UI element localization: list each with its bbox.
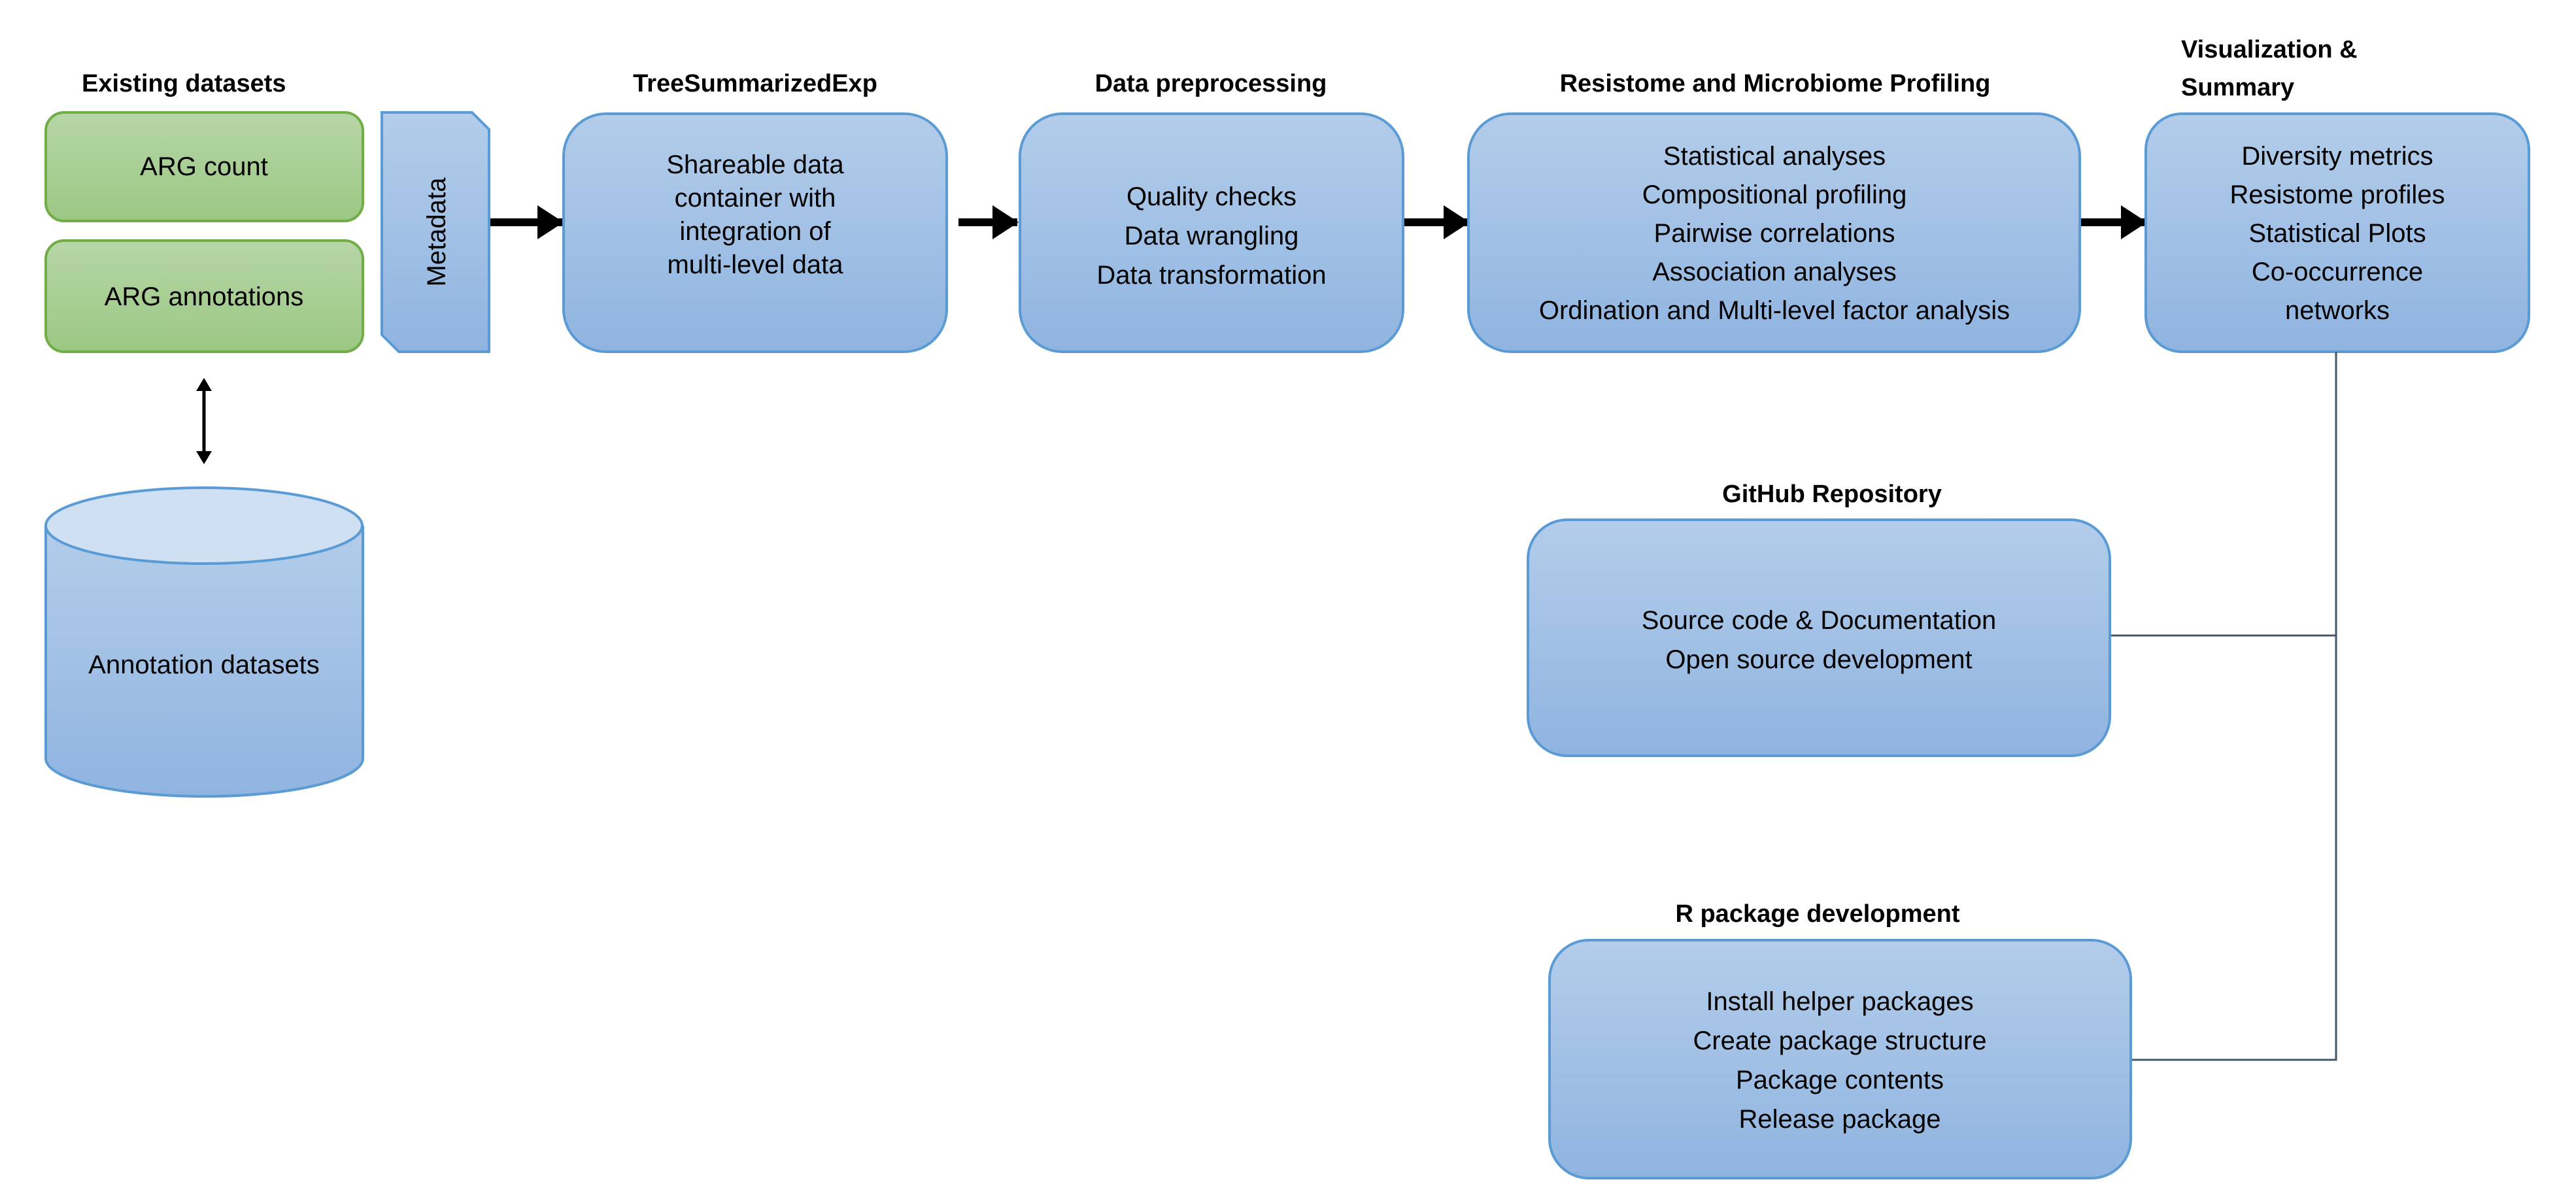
connector-lines — [2110, 352, 2337, 1061]
metadata-label: Metadata — [422, 177, 451, 287]
tse-line: container with — [675, 184, 836, 212]
visualization-title-line: Visualization & — [2181, 36, 2358, 63]
visualization-line: Diversity metrics — [2241, 142, 2433, 171]
annotation-datasets-cylinder: Annotation datasets — [44, 486, 364, 798]
github-title: GitHub Repository — [1722, 481, 1942, 508]
tse-line: Shareable data — [666, 150, 844, 179]
visualization-title-line: Summary — [2181, 74, 2294, 101]
rpackage-line: Package contents — [1736, 1066, 1944, 1094]
visualization-line: networks — [2285, 296, 2390, 325]
arg-count-box: ARG count — [44, 111, 364, 222]
metadata-shape: Metadata — [381, 111, 490, 353]
profiling-title: Resistome and Microbiome Profiling — [1560, 70, 1991, 97]
profiling-line: Association analyses — [1652, 258, 1897, 286]
arg-count-label: ARG count — [140, 152, 268, 181]
preprocessing-line: Data transformation — [1096, 261, 1326, 290]
visualization-line: Resistome profiles — [2229, 180, 2445, 209]
rpackage-box: Install helper packages Create package s… — [1548, 939, 2132, 1179]
visualization-line: Co-occurrence — [2252, 258, 2423, 286]
github-box: Source code & Documentation Open source … — [1527, 518, 2111, 757]
preprocessing-line: Data wrangling — [1125, 222, 1299, 250]
rpackage-line: Create package structure — [1693, 1026, 1986, 1055]
rpackage-line: Install helper packages — [1706, 987, 1973, 1016]
double-arrow — [196, 378, 212, 464]
profiling-box: Statistical analyses Compositional profi… — [1467, 112, 2081, 353]
github-line: Open source development — [1665, 645, 1972, 674]
tse-box: Shareable data container with integratio… — [562, 112, 948, 353]
preprocessing-box: Quality checks Data wrangling Data trans… — [1019, 112, 1404, 353]
profiling-line: Pairwise correlations — [1653, 219, 1895, 248]
rpackage-title: R package development — [1675, 900, 1959, 928]
arg-annotations-label: ARG annotations — [105, 282, 304, 311]
profiling-line: Ordination and Multi-level factor analys… — [1539, 296, 2010, 325]
arg-annotations-box: ARG annotations — [44, 239, 364, 353]
visualization-line: Statistical Plots — [2248, 219, 2426, 248]
profiling-line: Compositional profiling — [1642, 180, 1907, 209]
workflow-diagram: Existing datasets ARG count ARG annotati… — [44, 36, 2530, 1179]
rpackage-line: Release package — [1738, 1105, 1940, 1134]
tse-title: TreeSummarizedExp — [633, 70, 877, 97]
github-line: Source code & Documentation — [1642, 606, 1997, 635]
tse-line: multi-level data — [667, 250, 843, 279]
existing-datasets-title: Existing datasets — [82, 70, 286, 97]
preprocessing-title: Data preprocessing — [1095, 70, 1327, 97]
tse-line: integration of — [679, 217, 831, 246]
profiling-line: Statistical analyses — [1663, 142, 1886, 171]
annotation-datasets-label: Annotation datasets — [88, 651, 320, 679]
preprocessing-line: Quality checks — [1127, 182, 1296, 211]
visualization-box: Diversity metrics Resistome profiles Sta… — [2144, 112, 2530, 353]
